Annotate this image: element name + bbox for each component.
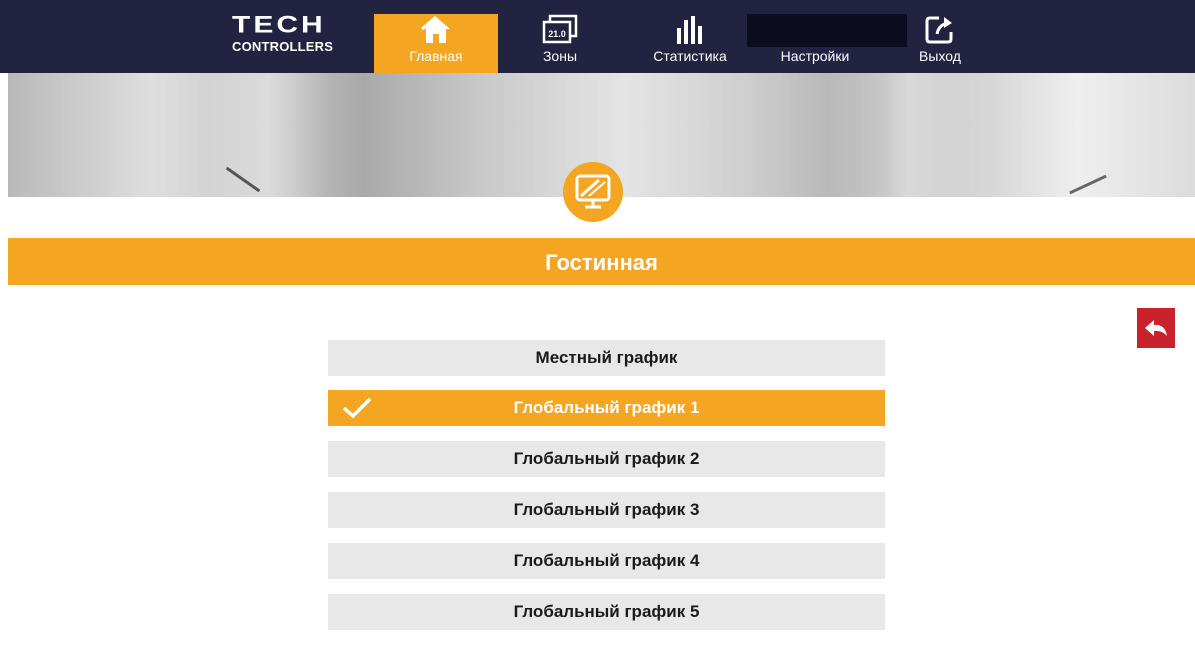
- schedule-item-label: Местный график: [535, 348, 678, 367]
- monitor-icon: [575, 174, 611, 209]
- schedule-item-global-2[interactable]: Глобальный график 2: [328, 441, 885, 477]
- nav-label-statistics: Статистика: [653, 48, 727, 64]
- schedule-item-label: Глобальный график 1: [513, 398, 700, 417]
- nav-label-settings: Настройки: [780, 48, 850, 64]
- schedule-item-label: Глобальный график 4: [513, 551, 700, 570]
- statistics-icon: [677, 16, 702, 44]
- schedule-item-local[interactable]: Местный график: [328, 340, 885, 376]
- schedule-item-global-3[interactable]: Глобальный график 3: [328, 492, 885, 528]
- schedule-item-global-5[interactable]: Глобальный график 5: [328, 594, 885, 630]
- back-arrow-icon: [1145, 320, 1167, 336]
- schedule-item-global-4[interactable]: Глобальный график 4: [328, 543, 885, 579]
- logout-icon: [925, 16, 953, 44]
- settings-icon: [765, 14, 865, 46]
- zone-display-icon: 21.0: [542, 14, 578, 44]
- nav-label-home: Главная: [409, 48, 463, 64]
- zone-display-value: 21.0: [548, 29, 566, 39]
- room-title-bar: Гостинная: [8, 238, 1195, 285]
- nav-item-home[interactable]: Главная: [374, 14, 498, 73]
- checkmark-icon: [342, 397, 372, 419]
- schedule-item-label: Глобальный график 5: [513, 602, 700, 621]
- nav-item-zones[interactable]: 21.0 Зоны: [520, 14, 600, 73]
- nav-label-logout: Выход: [919, 48, 961, 64]
- logo-subtitle: CONTROLLERS: [232, 39, 334, 54]
- back-button[interactable]: [1137, 308, 1175, 348]
- schedule-item-global-1[interactable]: Глобальный график 1: [328, 390, 885, 426]
- schedule-item-label: Глобальный график 2: [513, 449, 700, 468]
- room-title: Гостинная: [545, 250, 658, 275]
- nav-item-statistics[interactable]: Статистика: [640, 14, 740, 73]
- top-navigation-bar: TECH CONTROLLERS Главная 21.0 Зоны Стати…: [0, 0, 1195, 73]
- nav-item-settings[interactable]: Настройки: [765, 14, 865, 73]
- home-icon: [421, 15, 450, 43]
- nav-item-logout[interactable]: Выход: [905, 14, 975, 73]
- room-display-icon: [563, 162, 623, 222]
- logo-brand-text: TECH: [232, 11, 326, 38]
- schedule-item-label: Глобальный график 3: [513, 500, 700, 519]
- nav-label-zones: Зоны: [542, 48, 578, 64]
- tech-controllers-logo: TECH CONTROLLERS: [232, 11, 352, 64]
